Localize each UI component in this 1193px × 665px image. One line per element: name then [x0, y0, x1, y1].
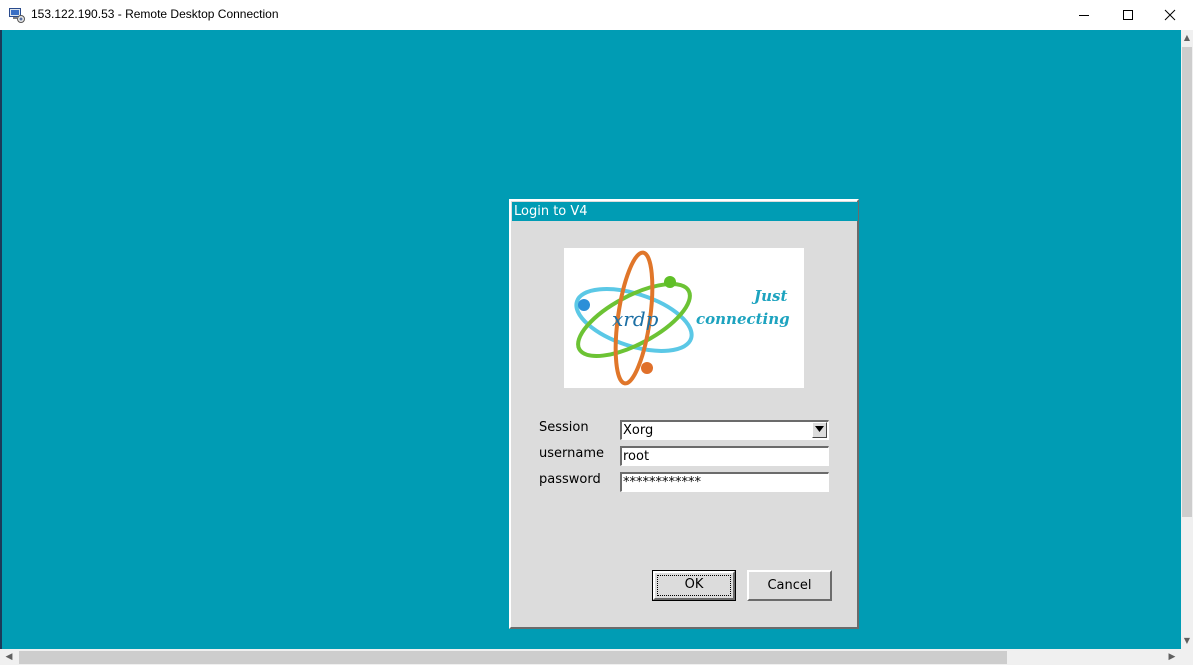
ok-button-label: OK: [684, 577, 704, 592]
ok-button[interactable]: OK: [652, 570, 736, 601]
session-select-value: Xorg: [623, 423, 654, 438]
logo-tagline-line2: connecting: [696, 310, 790, 328]
xrdp-logo: xrdp Just connecting: [564, 248, 804, 388]
logo-tagline-line1: Just: [751, 287, 787, 305]
username-label: username: [539, 446, 604, 461]
dropdown-arrow-button[interactable]: [812, 422, 827, 438]
login-dialog: Login to V4 xrdp Just connecting Session…: [509, 199, 859, 629]
cancel-button-label: Cancel: [767, 578, 812, 593]
scroll-left-icon[interactable]: ◀: [2, 649, 16, 665]
scroll-up-icon[interactable]: ▲: [1181, 30, 1193, 46]
minimize-icon: [1079, 15, 1089, 16]
chevron-down-icon: [815, 426, 824, 432]
password-field[interactable]: ************: [620, 472, 829, 492]
remote-desktop-icon: [9, 7, 25, 23]
session-label: Session: [539, 420, 589, 435]
window-title: 153.122.190.53 - Remote Desktop Connecti…: [31, 7, 279, 21]
password-label: password: [539, 472, 601, 487]
dialog-title: Login to V4: [512, 202, 858, 221]
maximize-button[interactable]: [1105, 0, 1151, 30]
password-value: ************: [623, 475, 701, 490]
scroll-down-icon[interactable]: ▼: [1181, 633, 1193, 649]
maximize-icon: [1123, 10, 1133, 20]
minimize-button[interactable]: [1061, 0, 1107, 30]
username-field[interactable]: root: [620, 446, 829, 466]
close-button[interactable]: [1147, 0, 1193, 30]
vertical-scrollbar-thumb[interactable]: [1182, 47, 1192, 517]
scrollbar-corner: [1181, 649, 1193, 665]
logo-text: xrdp: [612, 307, 659, 331]
cancel-button[interactable]: Cancel: [747, 570, 832, 601]
close-icon: [1164, 9, 1176, 21]
horizontal-scrollbar-thumb[interactable]: [19, 651, 1007, 664]
session-select[interactable]: Xorg: [620, 420, 829, 440]
window-titlebar[interactable]: 153.122.190.53 - Remote Desktop Connecti…: [0, 0, 1193, 30]
scroll-right-icon[interactable]: ▶: [1165, 649, 1179, 665]
username-value: root: [623, 449, 650, 464]
